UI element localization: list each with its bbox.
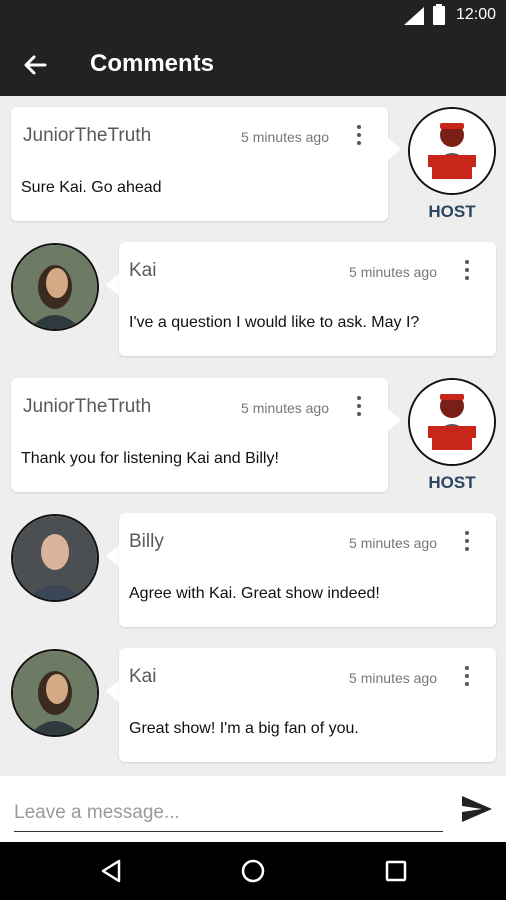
avatar[interactable] — [11, 243, 99, 331]
signal-icon — [404, 7, 424, 25]
comment-list[interactable]: JuniorTheTruth 5 minutes ago Sure Kai. G… — [0, 96, 506, 776]
comment-time: 5 minutes ago — [349, 535, 437, 551]
host-logo-icon — [410, 109, 494, 193]
comment-author: JuniorTheTruth — [23, 125, 152, 146]
comment-text: I've a question I would like to ask. May… — [129, 314, 420, 331]
host-badge: HOST — [428, 473, 476, 492]
comment-author: JuniorTheTruth — [23, 396, 152, 417]
comment-time: 5 minutes ago — [241, 400, 329, 416]
bubble-tail — [388, 138, 401, 160]
comment-text: Agree with Kai. Great show indeed! — [129, 585, 380, 602]
host-badge: HOST — [428, 202, 476, 221]
comment-author: Billy — [129, 531, 164, 552]
comment-author: Kai — [129, 666, 157, 687]
comment-bubble: JuniorTheTruth 5 minutes ago Sure Kai. G… — [11, 107, 388, 221]
comment-bubble: JuniorTheTruth 5 minutes ago Thank you f… — [11, 378, 388, 492]
bubble-tail — [106, 680, 119, 702]
bubble-tail — [388, 409, 401, 431]
comment-text: Thank you for listening Kai and Billy! — [21, 450, 279, 467]
comment-time: 5 minutes ago — [349, 670, 437, 686]
avatar[interactable] — [11, 514, 99, 602]
host-avatar[interactable] — [408, 107, 496, 195]
host-logo-icon — [410, 380, 494, 464]
circle-home-icon[interactable] — [238, 856, 268, 886]
battery-icon — [433, 4, 445, 25]
comment-author: Kai — [129, 260, 157, 281]
arrow-left-icon[interactable] — [20, 50, 50, 80]
host-avatar[interactable] — [408, 378, 496, 466]
more-vert-icon[interactable] — [356, 396, 362, 418]
bubble-tail — [106, 274, 119, 296]
comment-time: 5 minutes ago — [349, 264, 437, 280]
status-bar: 12:00 — [0, 0, 506, 32]
triangle-back-icon[interactable] — [97, 856, 127, 886]
message-input[interactable] — [14, 794, 443, 832]
comment-bubble: Billy 5 minutes ago Agree with Kai. Grea… — [119, 513, 496, 627]
comment-time: 5 minutes ago — [241, 129, 329, 145]
page-title: Comments — [90, 50, 215, 77]
square-recents-icon[interactable] — [381, 856, 411, 886]
app-bar: Comments — [0, 32, 506, 96]
comment-text: Great show! I'm a big fan of you. — [129, 720, 359, 737]
comment-bubble: Kai 5 minutes ago I've a question I woul… — [119, 242, 496, 356]
more-vert-icon[interactable] — [356, 125, 362, 147]
message-composer — [0, 776, 506, 842]
comment-text: Sure Kai. Go ahead — [21, 179, 162, 196]
more-vert-icon[interactable] — [464, 666, 470, 688]
avatar[interactable] — [11, 649, 99, 737]
comment-bubble: Kai 5 minutes ago Great show! I'm a big … — [119, 648, 496, 762]
system-nav-bar — [0, 842, 506, 900]
more-vert-icon[interactable] — [464, 531, 470, 553]
bubble-tail — [106, 545, 119, 567]
more-vert-icon[interactable] — [464, 260, 470, 282]
status-clock: 12:00 — [456, 6, 497, 23]
send-icon[interactable] — [460, 794, 494, 824]
